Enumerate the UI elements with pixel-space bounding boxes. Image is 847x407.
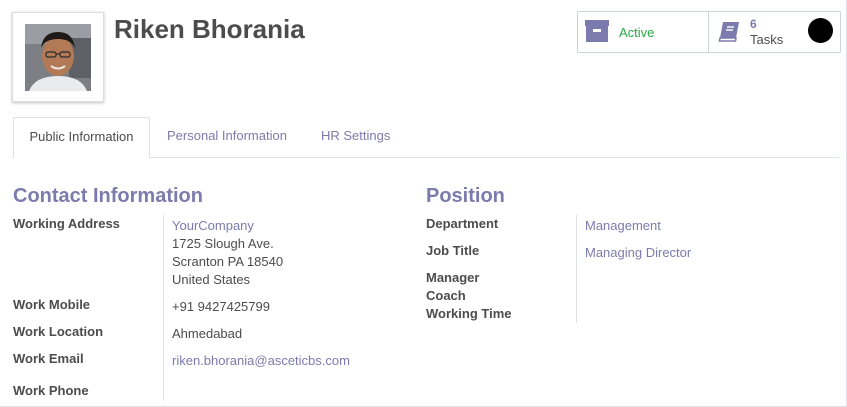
tab-public-information[interactable]: Public Information (13, 117, 150, 158)
manager-label: Manager (426, 270, 480, 285)
department-label: Department (426, 216, 499, 231)
tasks-label: Tasks (750, 32, 784, 47)
working-address-company[interactable]: YourCompany (172, 218, 254, 233)
employee-name[interactable]: Riken Bhorania (114, 14, 305, 45)
position-divider (576, 215, 577, 323)
department-link[interactable]: Management (585, 218, 661, 233)
active-label: Active (619, 25, 655, 40)
work-phone-label: Work Phone (13, 383, 89, 398)
contact-information-title: Contact Information (13, 185, 203, 207)
contact-divider (163, 215, 164, 401)
avatar (25, 24, 91, 91)
job-title-label: Job Title (426, 243, 480, 258)
tab-hr-settings[interactable]: HR Settings (321, 117, 390, 157)
work-location-label: Work Location (13, 324, 104, 339)
working-address-label: Working Address (13, 216, 120, 231)
position-title: Position (426, 185, 505, 207)
work-mobile-value[interactable]: +91 9427425799 (172, 299, 270, 314)
archive-icon (585, 20, 609, 47)
employee-photo[interactable] (12, 12, 104, 102)
active-toggle-button[interactable]: Active (578, 12, 709, 52)
working-address-city: Scranton PA 18540 (172, 254, 284, 269)
working-time-label: Working Time (426, 306, 512, 321)
smart-buttons: Active 6 Tasks (577, 11, 841, 53)
work-email-link[interactable]: riken.bhorania@asceticbs.com (172, 353, 350, 368)
tasks-button[interactable]: 6 Tasks (709, 12, 840, 52)
work-email-label: Work Email (13, 351, 84, 366)
work-mobile-label: Work Mobile (13, 297, 91, 312)
book-icon (717, 21, 741, 48)
work-location-value[interactable]: Ahmedabad (172, 326, 242, 341)
working-address-street: 1725 Slough Ave. (172, 236, 274, 251)
status-dot (808, 18, 833, 43)
tasks-count: 6 (750, 17, 757, 31)
tab-personal-information[interactable]: Personal Information (167, 117, 287, 157)
notebook-tabs: Public Information Personal Information … (12, 117, 839, 158)
job-title-value[interactable]: Managing Director (585, 245, 691, 260)
coach-label: Coach (426, 288, 466, 303)
working-address-country: United States (172, 272, 251, 287)
